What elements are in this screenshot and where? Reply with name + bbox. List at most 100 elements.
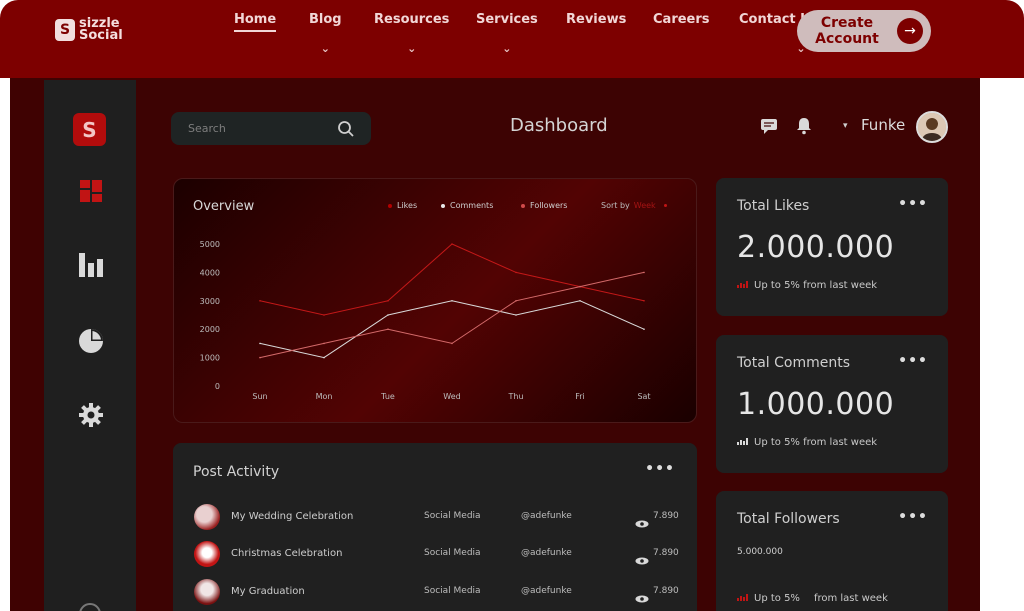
nav-item-resources[interactable]: Resources ⌄	[374, 12, 450, 55]
data-point-comments	[579, 300, 581, 302]
bell-icon[interactable]	[796, 117, 812, 139]
post-handle: @adefunke	[521, 511, 572, 521]
post-thumbnail	[194, 541, 220, 567]
post-handle: @adefunke	[521, 548, 572, 558]
nav-item-label: Services	[476, 12, 538, 27]
data-point-followers	[579, 285, 581, 288]
eye-icon	[635, 588, 649, 607]
pie-chart-icon[interactable]	[78, 328, 104, 354]
nav-item-label: Blog	[309, 12, 342, 27]
card-title: Total Followers	[737, 511, 840, 527]
table-row[interactable]: My Graduation Social Media @adefunke 7.8…	[173, 579, 697, 609]
active-underline	[234, 30, 277, 32]
search-icon[interactable]	[337, 120, 355, 142]
trend-text: Up to 5% from last week	[754, 437, 878, 448]
post-handle: @adefunke	[521, 586, 572, 596]
post-views: 7.890	[653, 548, 679, 558]
search-input[interactable]	[171, 112, 331, 145]
nav-item-services[interactable]: Services ⌄	[476, 12, 538, 55]
table-row[interactable]: Christmas Celebration Social Media @adef…	[173, 541, 697, 571]
trend-up-icon	[737, 280, 749, 291]
post-category: Social Media	[424, 548, 481, 558]
trend-text-secondary: from last week	[813, 593, 888, 604]
bar-chart-icon[interactable]	[78, 252, 104, 278]
gear-icon[interactable]	[78, 402, 104, 428]
nav-item-careers[interactable]: Careers	[653, 12, 710, 27]
nav-item-label: Resources	[374, 12, 450, 27]
avatar[interactable]	[916, 111, 948, 143]
create-account-button[interactable]: Create Account →	[797, 10, 931, 52]
data-point-comments	[323, 356, 325, 359]
data-point-followers	[259, 356, 261, 359]
x-tick-label: Mon	[316, 392, 333, 401]
brand-logo-mark: S	[55, 19, 75, 41]
more-options-icon[interactable]: •••	[898, 353, 928, 369]
card-trend: Up to 5% from last week	[737, 280, 877, 291]
y-tick-label: 0	[215, 382, 220, 391]
card-value: 1.000.000	[737, 387, 895, 422]
data-point-comments	[387, 314, 389, 316]
card-trend: Up to 5% from last week	[737, 593, 888, 604]
total-followers-card: Total Followers ••• 5.000.000 Up to 5% fr…	[716, 491, 948, 611]
post-thumbnail	[194, 579, 220, 605]
table-row[interactable]: My Wedding Celebration Social Media @ade…	[173, 504, 697, 534]
post-views: 7.890	[653, 586, 679, 596]
post-thumbnail	[194, 504, 220, 530]
data-point-comments	[643, 328, 645, 330]
user-name[interactable]: Funke	[861, 116, 905, 134]
data-point-followers	[451, 342, 453, 345]
eye-icon	[635, 550, 649, 569]
card-value: 5.000.000	[737, 547, 783, 557]
page-title: Dashboard	[510, 115, 608, 136]
chevron-down-icon[interactable]: ⌄	[321, 42, 330, 55]
brand-line2: Social	[79, 28, 123, 43]
more-options-icon[interactable]: •••	[898, 509, 928, 525]
card-title: Total Likes	[737, 198, 810, 214]
series-line-likes	[259, 243, 645, 316]
x-tick-label: Tue	[380, 392, 395, 401]
post-activity-card: Post Activity ••• My Wedding Celebration…	[173, 443, 697, 611]
dashboard-grid-icon[interactable]	[78, 178, 104, 204]
trend-up-icon	[737, 593, 749, 604]
data-point-likes	[643, 300, 645, 302]
data-point-likes	[515, 271, 517, 274]
chevron-down-icon[interactable]: ▾	[843, 121, 848, 131]
y-tick-label: 2000	[200, 325, 220, 334]
chat-icon[interactable]	[760, 117, 778, 139]
card-value: 2.000.000	[737, 230, 895, 265]
total-comments-card: Total Comments ••• 1.000.000 Up to 5% fr…	[716, 335, 948, 473]
post-name: My Wedding Celebration	[231, 511, 354, 522]
trend-text: Up to 5%	[754, 593, 800, 604]
post-name: Christmas Celebration	[231, 548, 343, 559]
nav-item-blog[interactable]: Blog ⌄	[309, 12, 342, 55]
create-account-line2: Account	[815, 31, 879, 47]
x-tick-label: Sat	[637, 392, 650, 401]
series-line-followers	[259, 271, 645, 359]
more-options-icon[interactable]: •••	[898, 196, 928, 212]
data-point-comments	[259, 342, 261, 345]
nav-item-label: Reviews	[566, 12, 627, 27]
nav-item-home[interactable]: Home	[234, 12, 277, 32]
brand-logo[interactable]: S sizzle Social	[55, 17, 123, 43]
data-point-comments	[451, 300, 453, 302]
nav-item-reviews[interactable]: Reviews	[566, 12, 626, 27]
more-options-icon[interactable]: •••	[645, 461, 675, 477]
total-likes-card: Total Likes ••• 2.000.000 Up to 5% from …	[716, 178, 948, 316]
series-line-comments	[259, 300, 645, 359]
data-point-likes	[387, 300, 389, 302]
search-box	[171, 112, 371, 145]
chevron-down-icon[interactable]: ⌄	[407, 42, 416, 55]
data-point-followers	[323, 342, 325, 345]
sidebar-logo[interactable]: S	[73, 113, 106, 146]
post-views: 7.890	[653, 511, 679, 521]
data-point-followers	[515, 300, 517, 302]
card-trend: Up to 5% from last week	[737, 437, 877, 448]
overview-line-chart: 0 1000 2000 3000 4000 5000 Sun Mon Tue Wed Thu Fri S…	[200, 240, 651, 401]
post-category: Social Media	[424, 511, 481, 521]
y-tick-label: 5000	[200, 240, 220, 249]
card-title: Total Comments	[737, 355, 851, 371]
chevron-down-icon[interactable]: ⌄	[502, 42, 511, 55]
nav-item-label: Home	[234, 12, 277, 27]
nav-item-label: Careers	[653, 12, 710, 27]
data-point-likes	[259, 300, 261, 302]
